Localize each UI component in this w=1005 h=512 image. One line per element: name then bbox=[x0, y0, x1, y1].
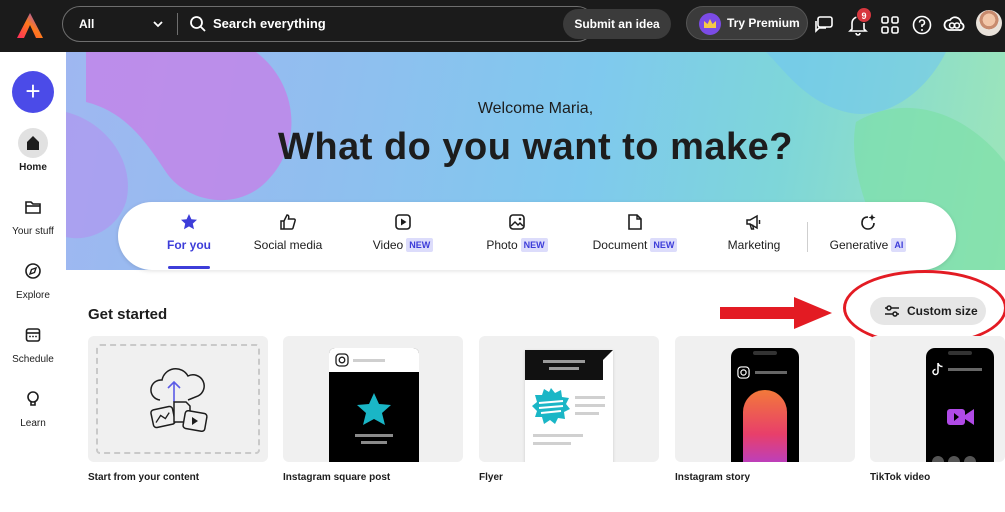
ai-badge: AI bbox=[891, 238, 907, 252]
tab-label: Social media bbox=[253, 238, 323, 252]
feedback-chat-icon[interactable] bbox=[812, 13, 836, 37]
crown-icon bbox=[699, 13, 721, 35]
tab-photo[interactable]: Photo NEW bbox=[478, 212, 556, 264]
megaphone-icon bbox=[746, 214, 761, 230]
sidebar-item-learn[interactable]: Learn bbox=[0, 384, 66, 429]
sidebar-item-home[interactable]: Home bbox=[0, 128, 66, 173]
creative-cloud-icon[interactable] bbox=[942, 13, 966, 37]
category-tabs: For you Social media Video NEW Photo NEW D… bbox=[118, 202, 956, 270]
card-label: Instagram square post bbox=[283, 472, 391, 483]
tab-generative[interactable]: Generative AI bbox=[826, 212, 910, 264]
sparkle-icon bbox=[861, 214, 876, 230]
card-label: Instagram story bbox=[675, 472, 751, 483]
star-icon bbox=[357, 393, 391, 425]
sidebar-item-label: Home bbox=[19, 162, 47, 173]
tab-divider bbox=[807, 222, 808, 252]
top-bar: All Search everything Submit an idea Try… bbox=[0, 0, 1005, 52]
active-tab-indicator bbox=[168, 266, 210, 269]
tab-label: Document bbox=[592, 238, 648, 252]
card-label: TikTok video bbox=[870, 472, 931, 483]
tab-label: Generative bbox=[829, 238, 889, 252]
badge-burst-icon bbox=[532, 388, 570, 424]
folder-icon bbox=[18, 192, 48, 222]
cloud-upload-icon bbox=[150, 368, 208, 433]
notification-badge: 9 bbox=[856, 7, 872, 23]
welcome-message: Welcome Maria, bbox=[477, 100, 594, 117]
section-title-get-started: Get started bbox=[88, 306, 168, 323]
search-scope-select[interactable]: All bbox=[79, 7, 94, 41]
sidebar-item-schedule[interactable]: Schedule bbox=[0, 320, 66, 365]
tiktok-video-preview bbox=[926, 348, 994, 462]
tiktok-icon bbox=[932, 362, 943, 376]
document-icon bbox=[628, 214, 642, 230]
annotation-circle bbox=[843, 270, 1005, 346]
card-label: Flyer bbox=[479, 472, 503, 483]
instagram-icon bbox=[335, 353, 349, 367]
sidebar-item-label: Your stuff bbox=[12, 226, 54, 237]
new-badge: NEW bbox=[650, 238, 678, 252]
try-premium-button[interactable]: Try Premium bbox=[686, 6, 808, 40]
compass-icon bbox=[18, 256, 48, 286]
search-bar: All Search everything bbox=[62, 6, 595, 42]
apps-grid-icon[interactable] bbox=[878, 13, 902, 37]
submit-idea-button[interactable]: Submit an idea bbox=[563, 9, 671, 39]
card-instagram-square-post[interactable] bbox=[283, 336, 463, 462]
new-badge: NEW bbox=[520, 238, 548, 252]
adobe-express-logo-icon[interactable] bbox=[14, 10, 46, 42]
home-icon bbox=[18, 128, 48, 158]
create-new-button[interactable]: + bbox=[12, 71, 54, 113]
annotation-arrow-icon bbox=[720, 297, 832, 329]
left-sidebar: + Home Your stuff Explore Schedule Learn bbox=[0, 52, 66, 512]
user-avatar[interactable] bbox=[976, 10, 1002, 36]
tab-document[interactable]: Document NEW bbox=[590, 212, 680, 264]
tab-label: For you bbox=[167, 238, 211, 252]
card-flyer[interactable] bbox=[479, 336, 659, 462]
tab-video[interactable]: Video NEW bbox=[366, 212, 440, 264]
page-title: What do you want to make? bbox=[278, 126, 793, 168]
try-premium-label: Try Premium bbox=[727, 16, 800, 30]
instagram-post-preview bbox=[329, 348, 419, 462]
card-label: Start from your content bbox=[88, 472, 200, 483]
star-icon bbox=[181, 214, 197, 230]
video-camera-icon bbox=[947, 409, 974, 425]
tab-label: Video bbox=[372, 238, 404, 252]
search-divider bbox=[177, 13, 178, 35]
card-tiktok-video[interactable] bbox=[870, 336, 1005, 462]
search-input[interactable]: Search everything bbox=[213, 7, 326, 41]
sidebar-item-your-stuff[interactable]: Your stuff bbox=[0, 192, 66, 237]
card-start-from-content[interactable] bbox=[88, 336, 268, 462]
sidebar-item-label: Schedule bbox=[12, 354, 54, 365]
new-badge: NEW bbox=[406, 238, 434, 252]
sidebar-item-label: Learn bbox=[20, 418, 46, 429]
card-instagram-story[interactable] bbox=[675, 336, 855, 462]
calendar-icon bbox=[18, 320, 48, 350]
chevron-down-icon[interactable] bbox=[151, 15, 165, 33]
tab-label: Photo bbox=[486, 238, 518, 252]
tab-for-you[interactable]: For you bbox=[162, 212, 216, 264]
tab-social-media[interactable]: Social media bbox=[248, 212, 328, 264]
search-icon bbox=[190, 16, 206, 32]
help-icon[interactable] bbox=[910, 13, 934, 37]
tab-label: Marketing bbox=[727, 238, 781, 252]
lightbulb-icon bbox=[18, 384, 48, 414]
instagram-story-preview bbox=[731, 348, 799, 462]
sidebar-item-label: Explore bbox=[16, 290, 50, 301]
thumbs-up-icon bbox=[280, 214, 296, 230]
tab-marketing[interactable]: Marketing bbox=[722, 212, 786, 264]
play-icon bbox=[395, 214, 411, 230]
sidebar-item-explore[interactable]: Explore bbox=[0, 256, 66, 301]
flyer-preview bbox=[525, 350, 613, 462]
instagram-icon bbox=[737, 366, 750, 379]
image-icon bbox=[509, 214, 525, 230]
